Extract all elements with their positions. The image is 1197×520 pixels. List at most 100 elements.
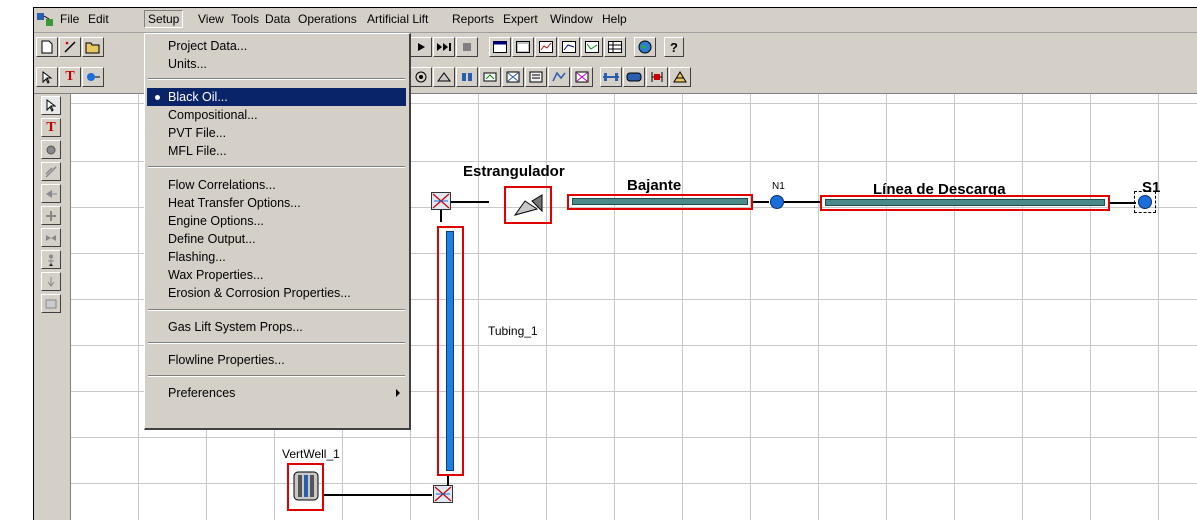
menu-wax-properties[interactable]: Wax Properties... bbox=[147, 266, 406, 284]
menu-mfl-file[interactable]: MFL File... bbox=[147, 142, 406, 160]
platform-icon[interactable] bbox=[669, 67, 691, 87]
new-icon[interactable] bbox=[36, 37, 58, 57]
vertwell-label: VertWell_1 bbox=[282, 447, 340, 461]
select-arrow-icon[interactable] bbox=[36, 67, 58, 87]
menu-expert[interactable]: Expert bbox=[503, 12, 538, 26]
menu-black-oil-label: Black Oil... bbox=[168, 90, 228, 104]
menu-flowline-properties[interactable]: Flowline Properties... bbox=[147, 351, 406, 369]
selection-handles bbox=[1134, 191, 1156, 213]
globe-icon[interactable] bbox=[634, 37, 656, 57]
menu-pvt-file[interactable]: PVT File... bbox=[147, 124, 406, 142]
application-window: File Edit Setup View Tools Data Operatio… bbox=[33, 7, 1197, 520]
junction-icon[interactable] bbox=[41, 206, 61, 225]
valve-icon[interactable] bbox=[41, 228, 61, 247]
connector-line bbox=[1110, 202, 1136, 204]
junction-node-bottom[interactable] bbox=[433, 485, 453, 503]
menu-units[interactable]: Units... bbox=[147, 55, 406, 73]
heater-icon[interactable] bbox=[623, 67, 645, 87]
menu-black-oil[interactable]: Black Oil... bbox=[147, 88, 406, 106]
person-icon[interactable] bbox=[41, 250, 61, 269]
menu-tools[interactable]: Tools bbox=[231, 12, 259, 26]
menu-separator bbox=[148, 342, 405, 344]
pump-icon[interactable] bbox=[502, 67, 524, 87]
bajante-label: Bajante bbox=[627, 177, 682, 194]
menu-edit[interactable]: Edit bbox=[88, 12, 109, 26]
menu-engine-options[interactable]: Engine Options... bbox=[147, 212, 406, 230]
menu-separator bbox=[148, 375, 405, 377]
chart-icon[interactable] bbox=[535, 37, 557, 57]
menu-preferences[interactable]: Preferences bbox=[147, 384, 406, 402]
menu-setup[interactable]: Setup bbox=[144, 10, 184, 28]
window-icon-2[interactable] bbox=[512, 37, 534, 57]
menu-separator bbox=[148, 309, 405, 311]
chart-icon-2[interactable] bbox=[558, 37, 580, 57]
n1-label: N1 bbox=[772, 181, 785, 192]
linea-descarga-pipe[interactable] bbox=[825, 199, 1105, 206]
menu-separator bbox=[148, 166, 405, 168]
menu-data[interactable]: Data bbox=[265, 12, 290, 26]
connector-line bbox=[451, 201, 489, 203]
connector-line bbox=[447, 476, 449, 486]
cooler-icon[interactable] bbox=[646, 67, 668, 87]
menu-define-output[interactable]: Define Output... bbox=[147, 230, 406, 248]
menu-erosion-corrosion[interactable]: Erosion & Corrosion Properties... bbox=[147, 284, 406, 302]
injector-icon[interactable] bbox=[41, 162, 61, 181]
open-icon[interactable] bbox=[82, 37, 104, 57]
vertical-well-icon[interactable] bbox=[293, 471, 319, 501]
radio-dot-icon bbox=[155, 95, 160, 100]
node-n1[interactable] bbox=[770, 195, 784, 209]
report-icon[interactable] bbox=[41, 294, 61, 313]
expander-icon[interactable] bbox=[571, 67, 593, 87]
junction-node-top[interactable] bbox=[431, 192, 451, 210]
menu-gas-lift-props[interactable]: Gas Lift System Props... bbox=[147, 318, 406, 336]
tubing-label: Tubing_1 bbox=[488, 324, 538, 338]
connector-icon[interactable] bbox=[456, 67, 478, 87]
menu-artificial-lift[interactable]: Artificial Lift bbox=[367, 12, 428, 26]
run-icon[interactable] bbox=[410, 37, 432, 57]
source-icon[interactable] bbox=[82, 67, 104, 87]
flowline-icon[interactable] bbox=[479, 67, 501, 87]
menu-operations[interactable]: Operations bbox=[298, 12, 357, 26]
menu-reports[interactable]: Reports bbox=[452, 12, 494, 26]
connector-line bbox=[753, 201, 769, 203]
text-tool-icon[interactable]: T bbox=[41, 118, 61, 137]
help-icon[interactable]: ? bbox=[664, 37, 684, 57]
text-tool-icon[interactable]: T bbox=[59, 67, 81, 87]
menu-preferences-label: Preferences bbox=[168, 386, 236, 400]
menu-compositional[interactable]: Compositional... bbox=[147, 106, 406, 124]
menu-help[interactable]: Help bbox=[602, 12, 627, 26]
choke-icon[interactable] bbox=[433, 67, 455, 87]
choke-icon[interactable] bbox=[512, 191, 546, 219]
table-icon[interactable] bbox=[604, 37, 626, 57]
junction-icon[interactable] bbox=[600, 67, 622, 87]
menu-window[interactable]: Window bbox=[550, 12, 593, 26]
app-icon[interactable] bbox=[36, 11, 54, 28]
menu-flashing[interactable]: Flashing... bbox=[147, 248, 406, 266]
menu-bar: File Edit Setup View Tools Data Operatio… bbox=[34, 8, 1197, 33]
connector-line bbox=[440, 210, 442, 222]
connector-line bbox=[324, 494, 432, 496]
stop-icon[interactable] bbox=[456, 37, 478, 57]
menu-project-data[interactable]: Project Data... bbox=[147, 37, 406, 55]
menu-file[interactable]: File bbox=[60, 12, 79, 26]
submenu-arrow-icon bbox=[396, 389, 400, 397]
menu-view[interactable]: View bbox=[198, 12, 224, 26]
select-arrow-icon[interactable] bbox=[41, 96, 61, 115]
window-icon[interactable] bbox=[489, 37, 511, 57]
menu-separator bbox=[148, 78, 405, 80]
sink-icon[interactable] bbox=[41, 272, 61, 291]
run-to-end-icon[interactable] bbox=[433, 37, 455, 57]
compressor-icon[interactable] bbox=[525, 67, 547, 87]
chart-icon-3[interactable] bbox=[581, 37, 603, 57]
well-icon[interactable] bbox=[410, 67, 432, 87]
menu-flow-correlations[interactable]: Flow Correlations... bbox=[147, 176, 406, 194]
tubing-pipe[interactable] bbox=[446, 231, 454, 471]
separator-icon[interactable] bbox=[548, 67, 570, 87]
object-palette: T bbox=[34, 94, 71, 520]
estrangulador-label: Estrangulador bbox=[463, 163, 565, 180]
wand-icon[interactable] bbox=[59, 37, 81, 57]
source-icon[interactable] bbox=[41, 140, 61, 159]
choke-icon[interactable] bbox=[41, 184, 61, 203]
bajante-pipe[interactable] bbox=[572, 198, 748, 205]
menu-heat-transfer[interactable]: Heat Transfer Options... bbox=[147, 194, 406, 212]
